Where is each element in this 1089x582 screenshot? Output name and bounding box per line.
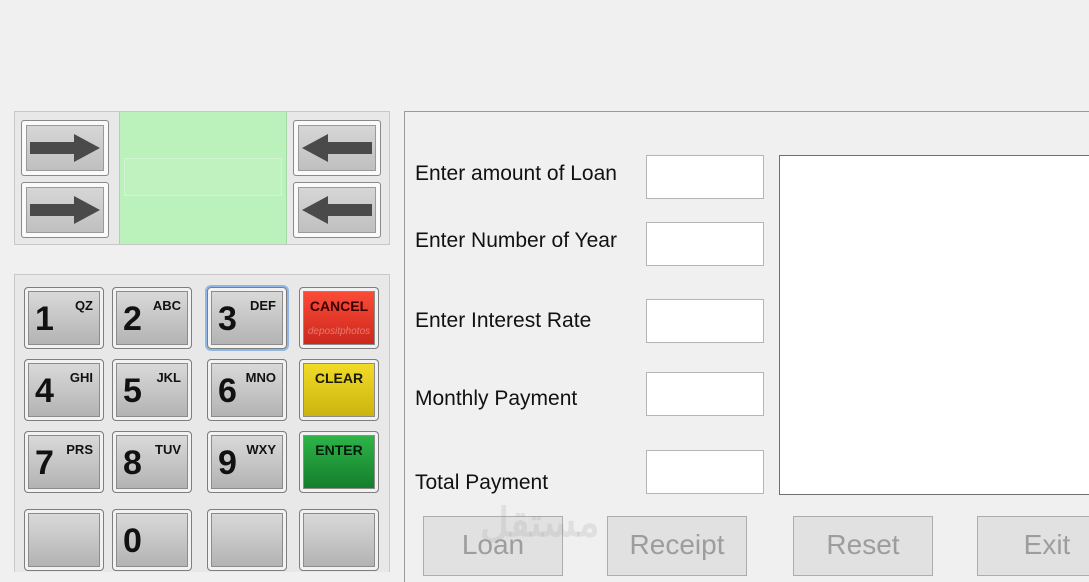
atm-display (119, 112, 287, 244)
rate-input[interactable] (646, 299, 764, 343)
key-letters: WXY (246, 442, 276, 457)
key-number: 9 (218, 444, 237, 482)
display-line (124, 158, 282, 196)
key-number: 8 (123, 444, 142, 482)
receipt-textbox[interactable] (779, 155, 1089, 495)
left-side-button-2[interactable] (21, 182, 109, 238)
key-5[interactable]: 5 JKL (112, 359, 192, 421)
right-side-button-2[interactable] (293, 182, 381, 238)
key-letters: DEF (250, 298, 276, 313)
arrow-right-icon (30, 134, 100, 162)
key-letters: JKL (156, 370, 181, 385)
key-7[interactable]: 7 PRS (24, 431, 104, 493)
receipt-button[interactable]: Receipt (607, 516, 747, 576)
stock-watermark: depositphotos (307, 326, 371, 337)
arrow-right-icon (30, 196, 100, 224)
enter-key[interactable]: ENTER (299, 431, 379, 493)
key-letters: MNO (245, 370, 276, 385)
total-payment-label: Total Payment (415, 471, 549, 494)
key-letters: ABC (152, 298, 181, 313)
enter-label: ENTER (315, 442, 363, 458)
arrow-left-icon (302, 196, 372, 224)
key-4[interactable]: 4 GHI (24, 359, 104, 421)
atm-screen-panel (14, 111, 390, 245)
key-1[interactable]: 1 QZ (24, 287, 104, 349)
key-number: 5 (123, 372, 142, 410)
reset-button[interactable]: Reset (793, 516, 933, 576)
key-number: 3 (218, 300, 237, 338)
key-letters: GHI (69, 370, 93, 385)
atm-keypad: 1 QZ 2 ABC 3 DEF CANCEL depositphotos 4 … (14, 274, 390, 572)
arrow-left-icon (302, 134, 372, 162)
site-watermark: مستقل (480, 501, 600, 545)
blank-key-left[interactable] (24, 509, 104, 571)
amount-label: Enter amount of Loan (415, 162, 617, 185)
cancel-key[interactable]: CANCEL depositphotos (299, 287, 379, 349)
amount-input[interactable] (646, 155, 764, 199)
key-8[interactable]: 8 TUV (112, 431, 192, 493)
key-number: 7 (35, 444, 54, 482)
rate-label: Enter Interest Rate (415, 309, 592, 332)
key-6[interactable]: 6 MNO (207, 359, 287, 421)
years-label: Enter Number of Year (415, 229, 617, 252)
key-letters: TUV (155, 442, 181, 457)
key-2[interactable]: 2 ABC (112, 287, 192, 349)
monthly-payment-field[interactable] (646, 372, 764, 416)
key-number: 1 (35, 300, 54, 338)
key-3[interactable]: 3 DEF (207, 287, 287, 349)
key-0[interactable]: 0 (112, 509, 192, 571)
blank-key-middle[interactable] (207, 509, 287, 571)
key-9[interactable]: 9 WXY (207, 431, 287, 493)
right-side-button-1[interactable] (293, 120, 381, 176)
clear-label: CLEAR (314, 370, 364, 386)
monthly-payment-label: Monthly Payment (415, 387, 578, 410)
key-number: 2 (123, 300, 142, 338)
key-number: 0 (123, 522, 142, 560)
cancel-label: CANCEL (309, 298, 369, 314)
blank-key-right[interactable] (299, 509, 379, 571)
years-input[interactable] (646, 222, 764, 266)
key-letters: QZ (74, 298, 93, 313)
key-letters: PRS (66, 442, 93, 457)
left-side-button-1[interactable] (21, 120, 109, 176)
key-number: 6 (218, 372, 237, 410)
key-number: 4 (35, 372, 54, 410)
total-payment-field[interactable] (646, 450, 764, 494)
exit-button[interactable]: Exit (977, 516, 1089, 576)
clear-key[interactable]: CLEAR (299, 359, 379, 421)
